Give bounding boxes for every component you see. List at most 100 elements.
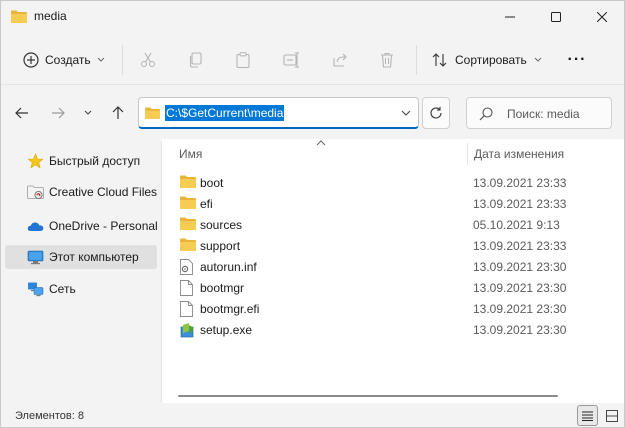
tiles-view-icon bbox=[605, 409, 618, 422]
tiles-view-button[interactable] bbox=[601, 405, 622, 426]
folder-icon bbox=[180, 238, 196, 253]
sidebar-item-label: Этот компьютер bbox=[49, 250, 139, 264]
file-row[interactable]: boot 13.09.2021 23:33 bbox=[176, 172, 616, 193]
file-row[interactable]: bootmgr.efi 13.09.2021 23:30 bbox=[176, 298, 616, 319]
file-name: support bbox=[200, 239, 241, 253]
chevron-down-icon bbox=[84, 110, 92, 115]
cut-button[interactable] bbox=[135, 47, 161, 73]
paste-button[interactable] bbox=[230, 47, 256, 73]
folder-icon bbox=[180, 175, 196, 190]
recent-locations-button[interactable] bbox=[77, 102, 99, 124]
sidebar-item-quick-access[interactable]: Быстрый доступ bbox=[5, 149, 157, 173]
file-row[interactable]: sources 05.10.2021 9:13 bbox=[176, 214, 616, 235]
file-name: bootmgr.efi bbox=[200, 302, 260, 316]
toolbar-divider bbox=[1, 84, 624, 85]
file-date-modified: 13.09.2021 23:33 bbox=[473, 176, 567, 190]
maximize-button[interactable] bbox=[533, 1, 579, 33]
arrow-up-icon bbox=[112, 106, 124, 119]
search-box[interactable]: Поиск: media bbox=[466, 97, 612, 129]
minimize-icon bbox=[505, 16, 515, 18]
title-bar: media bbox=[1, 1, 624, 33]
search-input[interactable]: Поиск: media bbox=[507, 107, 580, 121]
copy-icon bbox=[189, 52, 202, 68]
creative-cloud-icon bbox=[27, 185, 44, 199]
forward-button[interactable] bbox=[47, 102, 69, 124]
sidebar-item-network[interactable]: Сеть bbox=[5, 277, 157, 301]
create-label: Создать bbox=[45, 53, 91, 67]
refresh-icon bbox=[430, 106, 442, 119]
create-button[interactable]: Создать bbox=[15, 45, 113, 75]
sort-button[interactable]: Сортировать bbox=[426, 45, 548, 75]
file-row[interactable]: support 13.09.2021 23:33 bbox=[176, 235, 616, 256]
minimize-button[interactable] bbox=[487, 1, 533, 33]
copy-button[interactable] bbox=[183, 47, 209, 73]
file-name: bootmgr bbox=[200, 281, 245, 295]
horizontal-scrollbar[interactable] bbox=[178, 395, 558, 397]
window-title: media bbox=[34, 9, 67, 23]
search-icon bbox=[479, 107, 493, 121]
file-row[interactable]: bootmgr 13.09.2021 23:30 bbox=[176, 277, 616, 298]
command-bar: Создать Сортировать ··· bbox=[1, 39, 624, 81]
file-list: Имя Дата изменения boot 13.09.2021 23:33 e… bbox=[162, 139, 624, 403]
sidebar-item-creative-cloud[interactable]: Creative Cloud Files bbox=[5, 180, 157, 204]
sidebar-item-onedrive[interactable]: OneDrive - Personal bbox=[5, 214, 158, 238]
paste-icon bbox=[236, 52, 250, 68]
up-button[interactable] bbox=[107, 102, 129, 124]
sort-icon bbox=[432, 53, 447, 67]
sidebar-item-label: Сеть bbox=[49, 282, 76, 296]
address-path[interactable]: C:\$GetCurrent\media bbox=[165, 105, 285, 121]
plus-circle-icon bbox=[23, 52, 39, 68]
file-row[interactable]: efi 13.09.2021 23:33 bbox=[176, 193, 616, 214]
file-date-modified: 13.09.2021 23:33 bbox=[473, 197, 567, 211]
network-icon bbox=[28, 282, 44, 297]
file-name: sources bbox=[200, 218, 243, 232]
file-row[interactable]: autorun.inf 13.09.2021 23:30 bbox=[176, 256, 616, 277]
file-date-modified: 13.09.2021 23:30 bbox=[473, 281, 567, 295]
file-icon bbox=[180, 301, 196, 317]
onedrive-icon bbox=[27, 222, 44, 231]
arrow-right-icon bbox=[52, 107, 65, 119]
delete-button[interactable] bbox=[374, 47, 400, 73]
navigation-pane: Быстрый доступ Creative Cloud Files OneD… bbox=[1, 141, 161, 401]
cut-icon bbox=[140, 52, 156, 68]
delete-icon bbox=[381, 52, 393, 68]
share-button[interactable] bbox=[327, 47, 353, 73]
rename-icon bbox=[283, 52, 299, 68]
file-name: efi bbox=[200, 197, 213, 211]
file-explorer-window: media Создать Сортировать ··· C:\$GetCur… bbox=[0, 0, 625, 428]
column-header-date[interactable]: Дата изменения bbox=[474, 147, 564, 161]
arrow-left-icon bbox=[15, 107, 28, 119]
chevron-down-icon[interactable] bbox=[400, 107, 412, 119]
close-icon bbox=[597, 12, 607, 22]
sidebar-item-this-pc[interactable]: Этот компьютер bbox=[5, 245, 157, 269]
computer-icon bbox=[27, 250, 44, 265]
toolbar-separator bbox=[416, 45, 417, 75]
file-row[interactable]: setup.exe 13.09.2021 23:30 bbox=[176, 319, 616, 340]
config-file-icon bbox=[180, 259, 196, 275]
address-bar[interactable]: C:\$GetCurrent\media bbox=[138, 97, 419, 129]
folder-icon bbox=[145, 107, 160, 119]
file-icon bbox=[180, 280, 196, 296]
status-item-count: Элементов: 8 bbox=[15, 410, 84, 422]
file-date-modified: 05.10.2021 9:13 bbox=[473, 218, 560, 232]
setup-app-icon bbox=[180, 322, 196, 338]
details-view-button[interactable] bbox=[577, 405, 598, 426]
sidebar-item-label: Быстрый доступ bbox=[49, 154, 141, 168]
more-options-button[interactable]: ··· bbox=[562, 45, 592, 75]
sort-label: Сортировать bbox=[455, 53, 527, 67]
file-date-modified: 13.09.2021 23:33 bbox=[473, 239, 567, 253]
back-button[interactable] bbox=[11, 102, 33, 124]
column-header-name[interactable]: Имя bbox=[179, 147, 202, 161]
star-icon bbox=[27, 153, 44, 169]
column-separator[interactable] bbox=[467, 143, 468, 165]
file-date-modified: 13.09.2021 23:30 bbox=[473, 260, 567, 274]
close-button[interactable] bbox=[579, 1, 625, 33]
chevron-down-icon bbox=[97, 57, 104, 62]
rename-button[interactable] bbox=[279, 47, 305, 73]
folder-icon bbox=[11, 10, 27, 23]
chevron-down-icon bbox=[534, 57, 542, 62]
maximize-icon bbox=[551, 12, 561, 22]
file-name: boot bbox=[200, 176, 224, 190]
toolbar-separator bbox=[122, 45, 123, 75]
refresh-button[interactable] bbox=[422, 97, 450, 129]
